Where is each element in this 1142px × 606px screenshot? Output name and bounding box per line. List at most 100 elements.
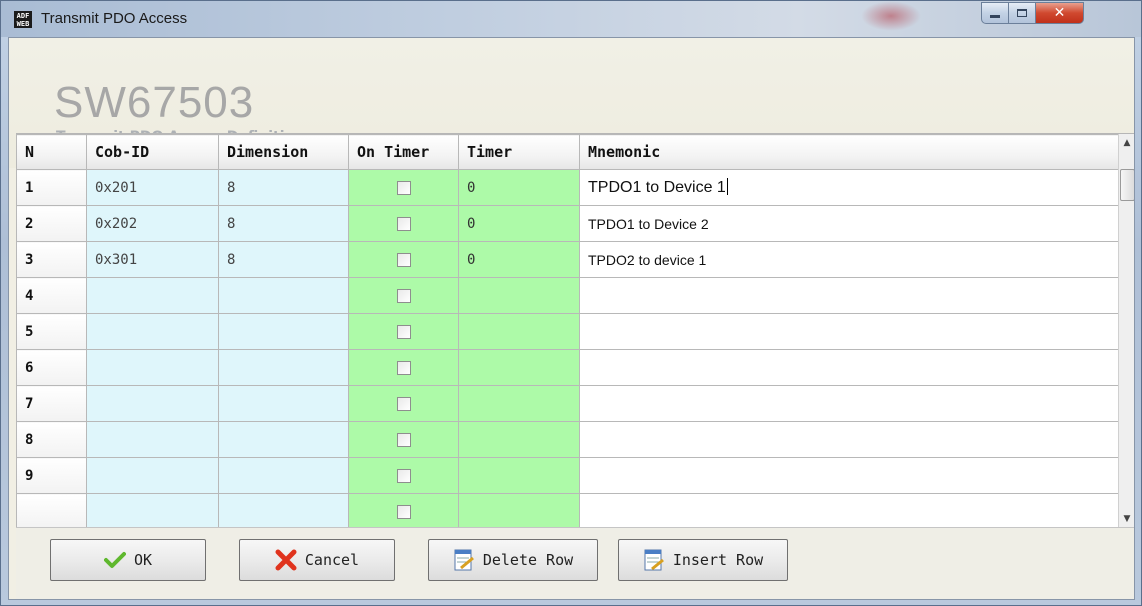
on-timer-checkbox[interactable]: [396, 504, 411, 519]
dimension-cell[interactable]: [218, 421, 349, 458]
row-number[interactable]: 7: [16, 385, 87, 422]
mnemonic-cell[interactable]: TPDO2 to device 1: [579, 241, 1120, 278]
on-timer-cell: [348, 457, 459, 494]
on-timer-checkbox[interactable]: [396, 360, 411, 375]
row-number[interactable]: 5: [16, 313, 87, 350]
on-timer-checkbox[interactable]: [396, 432, 411, 447]
table-row-partial: [16, 493, 1120, 527]
on-timer-checkbox[interactable]: [396, 180, 411, 195]
mnemonic-cell[interactable]: [579, 349, 1120, 386]
title-bar[interactable]: ADF WEB Transmit PDO Access ✕: [1, 1, 1141, 37]
delete-row-icon: [453, 548, 475, 572]
column-header-n[interactable]: N: [16, 134, 87, 170]
on-timer-cell: [348, 493, 459, 527]
dimension-cell[interactable]: [218, 457, 349, 494]
dimension-cell[interactable]: 8: [218, 241, 349, 278]
dimension-cell[interactable]: [218, 277, 349, 314]
on-timer-checkbox[interactable]: [396, 216, 411, 231]
minimize-button[interactable]: [981, 2, 1009, 24]
timer-cell[interactable]: [458, 313, 580, 350]
column-header-dimension[interactable]: Dimension: [218, 134, 349, 170]
page-title: SW67503: [54, 78, 255, 127]
dimension-cell[interactable]: [218, 493, 349, 527]
on-timer-checkbox[interactable]: [396, 324, 411, 339]
dimension-cell[interactable]: 8: [218, 169, 349, 206]
scroll-down-arrow-icon[interactable]: ▼: [1119, 510, 1134, 527]
timer-cell[interactable]: [458, 349, 580, 386]
dimension-cell[interactable]: 8: [218, 205, 349, 242]
ok-button[interactable]: OK: [50, 539, 206, 581]
cob-id-cell[interactable]: [86, 457, 219, 494]
timer-cell[interactable]: [458, 277, 580, 314]
mnemonic-cell[interactable]: [579, 493, 1120, 527]
dimension-cell[interactable]: [218, 385, 349, 422]
mnemonic-cell[interactable]: [579, 277, 1120, 314]
table-header-row: N Cob-ID Dimension On Timer Timer Mnemon…: [16, 134, 1120, 170]
timer-cell[interactable]: [458, 457, 580, 494]
on-timer-checkbox[interactable]: [396, 252, 411, 267]
text-caret: [726, 178, 728, 195]
table-row: 4: [16, 277, 1120, 314]
mnemonic-cell[interactable]: [579, 457, 1120, 494]
column-header-cob-id[interactable]: Cob-ID: [86, 134, 219, 170]
timer-cell[interactable]: [458, 493, 580, 527]
mnemonic-cell[interactable]: [579, 313, 1120, 350]
on-timer-cell: [348, 277, 459, 314]
row-number[interactable]: 4: [16, 277, 87, 314]
cob-id-cell[interactable]: [86, 385, 219, 422]
on-timer-checkbox[interactable]: [396, 288, 411, 303]
scrollbar-thumb[interactable]: [1120, 169, 1134, 201]
timer-cell[interactable]: [458, 421, 580, 458]
row-number[interactable]: 2: [16, 205, 87, 242]
vertical-scrollbar[interactable]: ▲ ▼: [1118, 134, 1134, 527]
mnemonic-cell[interactable]: [579, 421, 1120, 458]
row-number[interactable]: 9: [16, 457, 87, 494]
cob-id-cell[interactable]: [86, 421, 219, 458]
on-timer-checkbox[interactable]: [396, 468, 411, 483]
cob-id-cell[interactable]: 0x301: [86, 241, 219, 278]
table-row: 6: [16, 349, 1120, 386]
close-icon: ✕: [1053, 5, 1066, 21]
row-number[interactable]: 3: [16, 241, 87, 278]
cob-id-cell[interactable]: [86, 493, 219, 527]
on-timer-cell: [348, 421, 459, 458]
table-row: 3 0x301 8 0 TPDO2 to device 1: [16, 241, 1120, 278]
mnemonic-text: TPDO1 to Device 1: [588, 179, 726, 196]
cob-id-cell[interactable]: [86, 313, 219, 350]
green-checkmark-icon: [103, 551, 126, 569]
cancel-button[interactable]: Cancel: [239, 539, 395, 581]
dimension-cell[interactable]: [218, 349, 349, 386]
insert-row-button[interactable]: Insert Row: [618, 539, 788, 581]
cancel-button-label: Cancel: [304, 551, 360, 569]
maximize-button[interactable]: [1009, 2, 1036, 24]
minimize-icon: [990, 14, 1000, 18]
table-row: 2 0x202 8 0 TPDO1 to Device 2: [16, 205, 1120, 242]
dimension-cell[interactable]: [218, 313, 349, 350]
column-header-on-timer[interactable]: On Timer: [348, 134, 459, 170]
column-header-mnemonic[interactable]: Mnemonic: [579, 134, 1120, 170]
timer-cell[interactable]: 0: [458, 169, 580, 206]
mnemonic-cell[interactable]: [579, 385, 1120, 422]
row-number[interactable]: 1: [16, 169, 87, 206]
column-header-timer[interactable]: Timer: [458, 134, 580, 170]
timer-cell[interactable]: [458, 385, 580, 422]
scroll-up-arrow-icon[interactable]: ▲: [1119, 134, 1134, 152]
mnemonic-cell[interactable]: TPDO1 to Device 2: [579, 205, 1120, 242]
cob-id-cell[interactable]: 0x201: [86, 169, 219, 206]
table-row: 9: [16, 457, 1120, 494]
timer-cell[interactable]: 0: [458, 205, 580, 242]
mnemonic-cell-editing[interactable]: TPDO1 to Device 1: [579, 169, 1120, 206]
row-number[interactable]: 8: [16, 421, 87, 458]
on-timer-checkbox[interactable]: [396, 396, 411, 411]
insert-row-icon: [643, 548, 665, 572]
cob-id-cell[interactable]: 0x202: [86, 205, 219, 242]
cob-id-cell[interactable]: [86, 277, 219, 314]
row-number[interactable]: [16, 493, 87, 527]
on-timer-cell: [348, 385, 459, 422]
row-number[interactable]: 6: [16, 349, 87, 386]
timer-cell[interactable]: 0: [458, 241, 580, 278]
app-icon[interactable]: ADF WEB: [14, 11, 32, 28]
delete-row-button[interactable]: Delete Row: [428, 539, 598, 581]
close-button[interactable]: ✕: [1036, 2, 1084, 24]
cob-id-cell[interactable]: [86, 349, 219, 386]
